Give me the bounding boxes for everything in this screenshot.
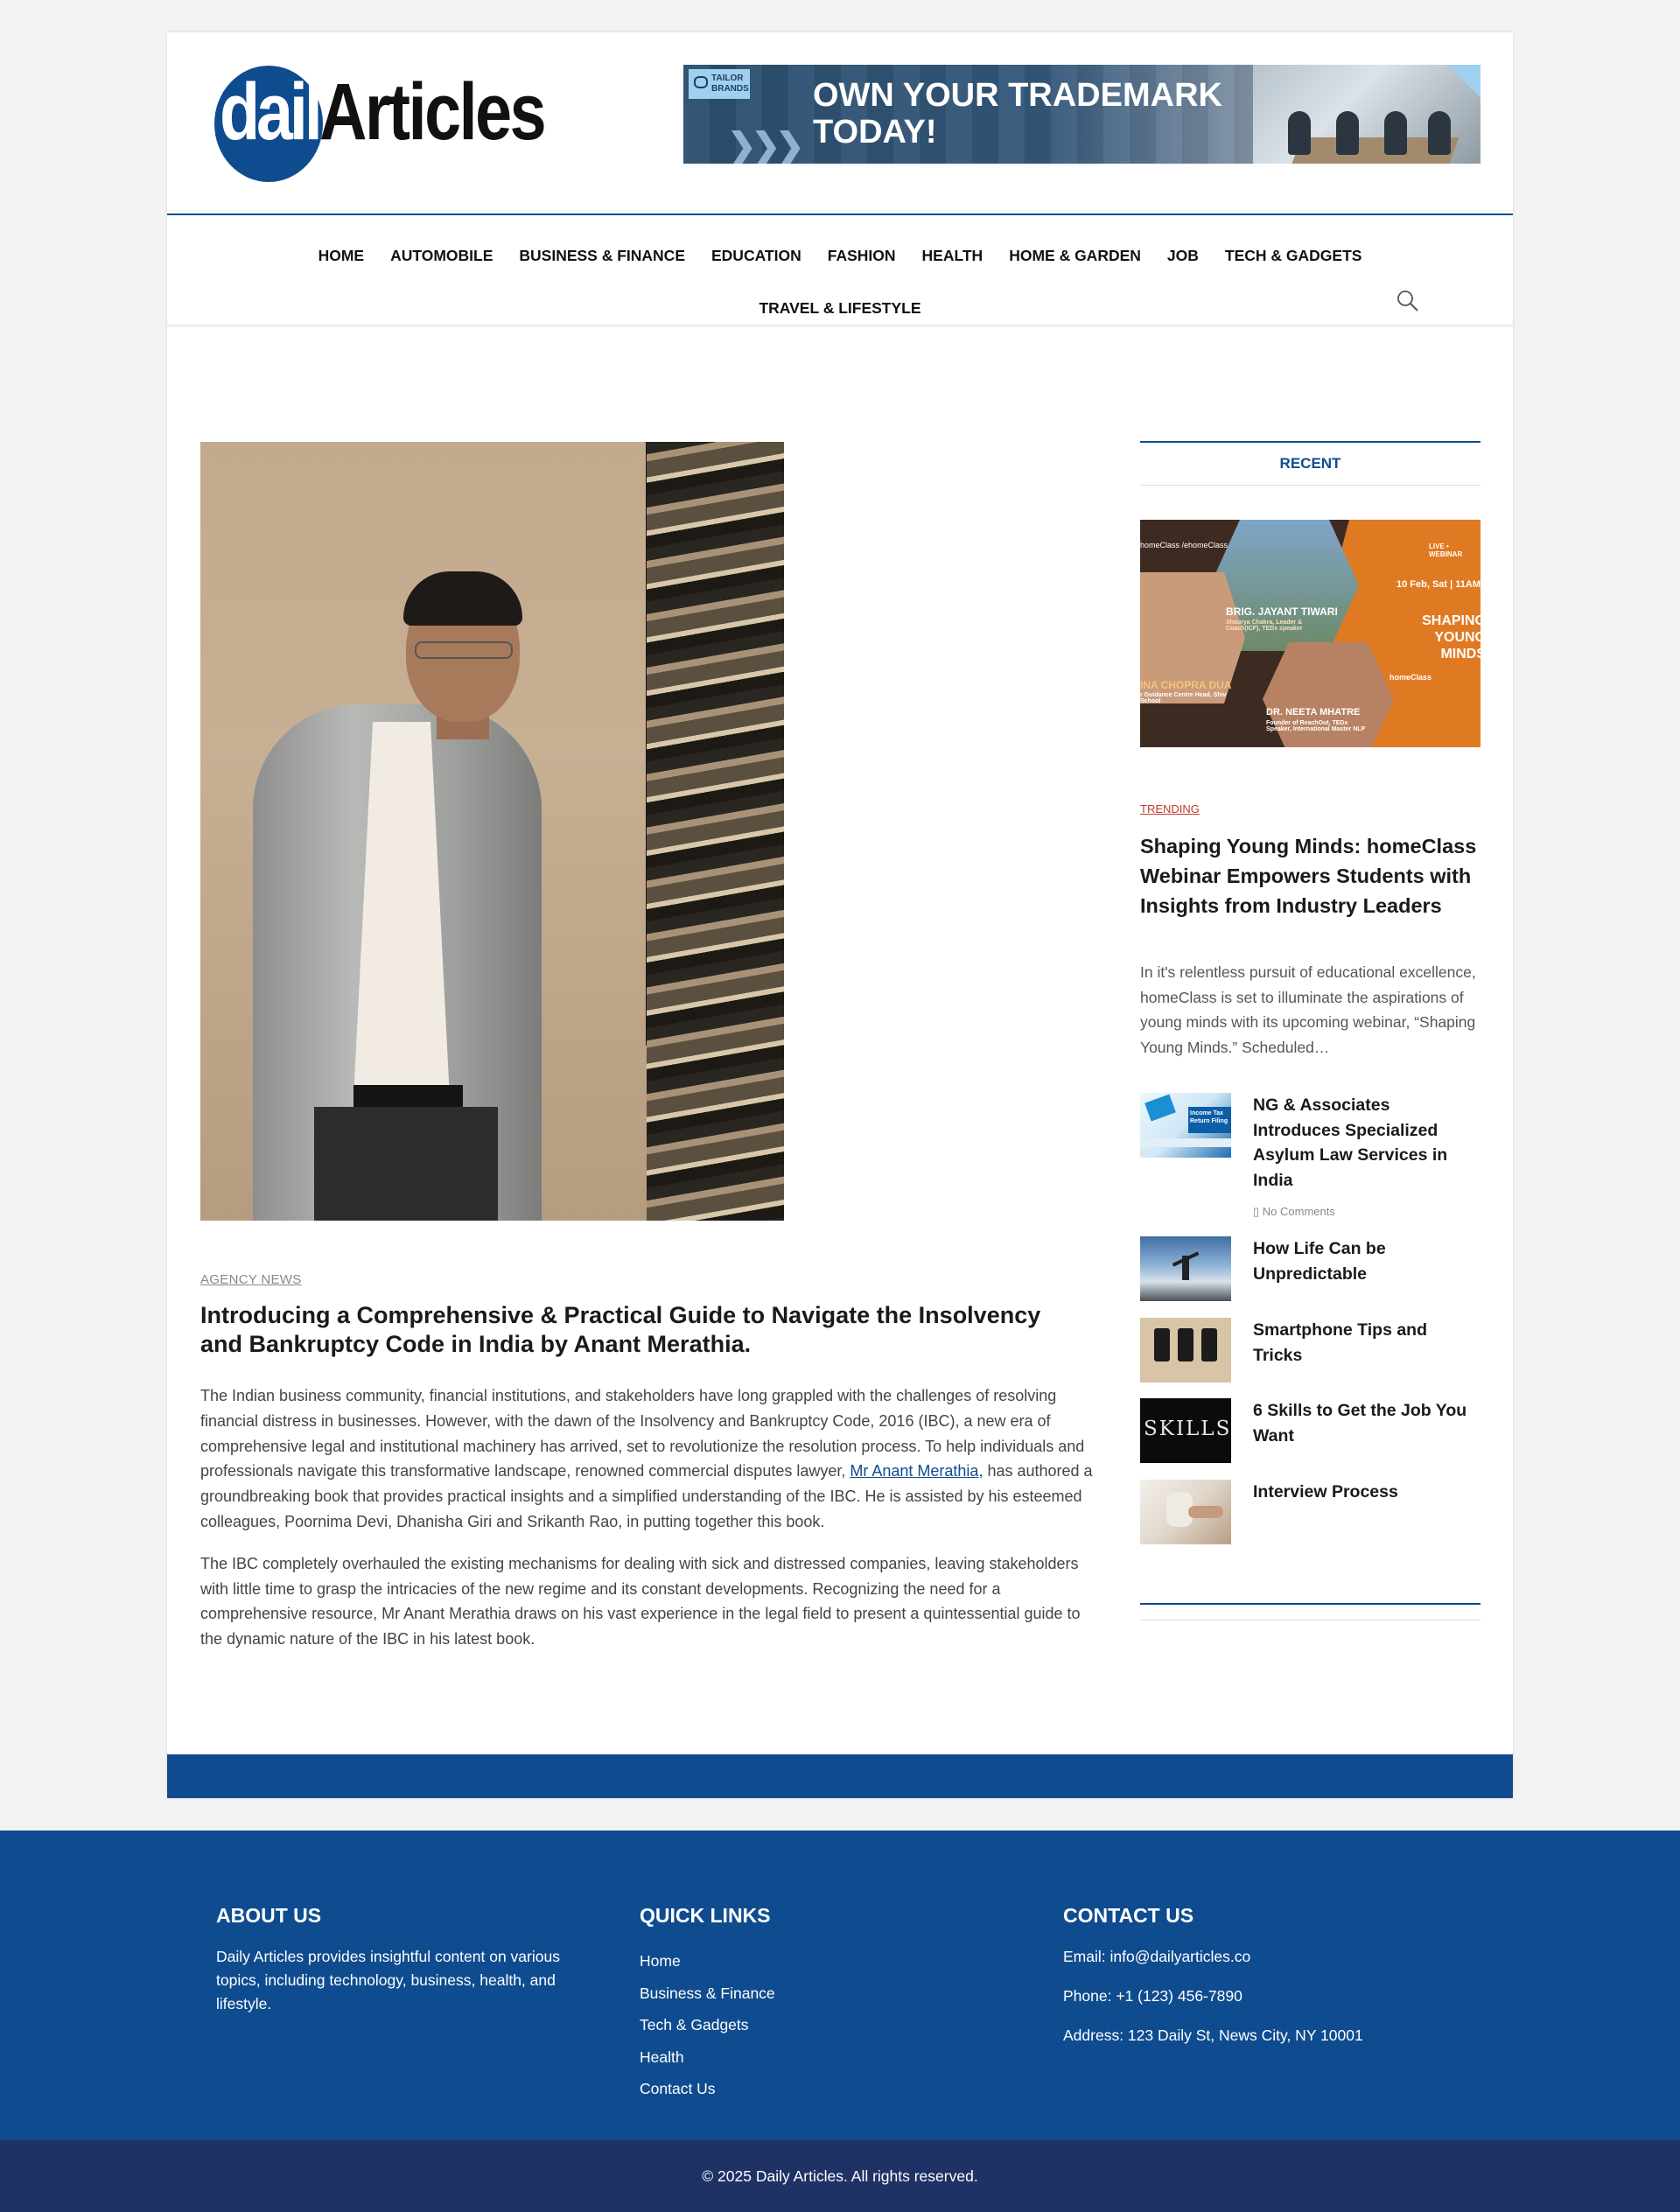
article-paragraph: The Indian business community, financial… [200, 1387, 1093, 1530]
banner-photo [1253, 65, 1480, 164]
sidebar-heading: RECENT [1279, 455, 1341, 472]
footer-email: Email: info@dailyarticles.co [1063, 1948, 1251, 1965]
footer-about-heading: ABOUT US [216, 1904, 322, 1927]
tailor-brands-logo: TAILOR BRANDS [689, 69, 750, 99]
article-featured-image [200, 442, 784, 1221]
nav-item-automobile[interactable]: AUTOMOBILE [377, 234, 506, 277]
featured-post-title[interactable]: Shaping Young Minds: homeClass Webinar E… [1140, 831, 1480, 920]
post-thumbnail: Income Tax Return Filing [1140, 1093, 1231, 1158]
nav-divider [167, 214, 1513, 215]
ad-banner[interactable]: TAILOR BRANDS ❯❯❯ OWN YOUR TRADEMARK TOD… [683, 65, 1480, 164]
glasses [415, 641, 513, 659]
footer-contact-heading: CONTACT US [1063, 1904, 1194, 1927]
footer-phone: Phone: +1 (123) 456-7890 [1063, 1987, 1242, 2005]
post-thumbnail [1140, 1318, 1231, 1382]
comments-count: ▯ No Comments [1253, 1205, 1335, 1218]
footer-about-text: Daily Articles provides insightful conte… [216, 1948, 560, 2012]
footer-about: ABOUT US Daily Articles provides insight… [216, 1904, 601, 2016]
article-paragraph: The IBC completely overhauled the existi… [200, 1554, 1081, 1648]
footer-address: Address: 123 Daily St, News City, NY 100… [1063, 2026, 1363, 2044]
footer-links-heading: QUICK LINKS [640, 1904, 771, 1927]
article-body: The Indian business community, financial… [200, 1383, 1093, 1669]
search-icon[interactable] [1395, 288, 1421, 314]
chevrons-icon: ❯❯❯ [727, 127, 805, 164]
article-title: Introducing a Comprehensive & Practical … [200, 1302, 1041, 1357]
nav-item-job[interactable]: JOB [1154, 234, 1212, 277]
nav-item-business-finance[interactable]: BUSINESS & FINANCE [506, 234, 698, 277]
footer-link-tech-gadgets[interactable]: Tech & Gadgets [640, 2009, 1025, 2041]
nav-item-tech-gadgets[interactable]: TECH & GADGETS [1212, 234, 1376, 277]
trending-tag[interactable]: TRENDING [1140, 802, 1200, 816]
nav-item-travel-lifestyle[interactable]: TRAVEL & LIFESTYLE [746, 299, 934, 317]
article-category-link[interactable]: AGENCY NEWS [200, 1272, 302, 1287]
footer-link-contact[interactable]: Contact Us [640, 2073, 1025, 2105]
page-container: daily Articles TAILOR BRANDS ❯❯❯ OWN YOU… [167, 32, 1513, 1798]
post-thumbnail [1140, 1236, 1231, 1301]
site-logo[interactable]: daily Articles [213, 63, 547, 186]
abstract-painting [647, 442, 784, 1221]
post-thumbnail: SKILLS [1140, 1398, 1231, 1463]
banner-headline: OWN YOUR TRADEMARK TODAY! [813, 77, 1222, 150]
nav-item-health[interactable]: HEALTH [909, 234, 997, 277]
nav-row-2: TRAVEL & LIFESTYLE [167, 286, 1513, 330]
nav-item-fashion[interactable]: FASHION [815, 234, 909, 277]
main-nav: HOME AUTOMOBILE BUSINESS & FINANCE EDUCA… [167, 234, 1513, 317]
nav-item-home[interactable]: HOME [305, 234, 378, 277]
footer-link-business-finance[interactable]: Business & Finance [640, 1978, 1025, 2010]
footer-link-home[interactable]: Home [640, 1945, 1025, 1978]
heart-icon [694, 76, 708, 88]
comment-icon: ▯ [1253, 1205, 1260, 1218]
footer-contact: CONTACT US Email: info@dailyarticles.co … [1063, 1904, 1448, 2063]
footer-quick-links: QUICK LINKS Home Business & Finance Tech… [640, 1904, 1025, 2105]
author-link[interactable]: Mr Anant Merathia [850, 1462, 978, 1480]
featured-post-image[interactable]: homeClass /ehomeClass LIVE • WEBINAR 10 … [1140, 520, 1480, 747]
nav-row-1: HOME AUTOMOBILE BUSINESS & FINANCE EDUCA… [167, 234, 1513, 277]
logo-text-articles: Articles [319, 67, 547, 157]
post-thumbnail [1140, 1480, 1231, 1544]
footer-link-health[interactable]: Health [640, 2041, 1025, 2074]
site-footer: ABOUT US Daily Articles provides insight… [0, 1830, 1680, 2140]
nav-item-home-garden[interactable]: HOME & GARDEN [996, 234, 1154, 277]
nav-item-education[interactable]: EDUCATION [698, 234, 815, 277]
content-bottom-strip [167, 1754, 1513, 1798]
copyright-bar: © 2025 Daily Articles. All rights reserv… [0, 2140, 1680, 2212]
featured-post-excerpt: In it's relentless pursuit of educationa… [1140, 963, 1476, 1057]
